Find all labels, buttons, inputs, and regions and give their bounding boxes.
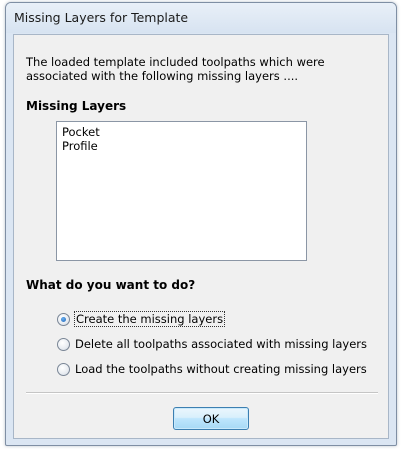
missing-layers-list[interactable]: Pocket Profile bbox=[56, 121, 307, 261]
action-question-heading: What do you want to do? bbox=[26, 278, 196, 292]
radio-button[interactable] bbox=[57, 362, 70, 376]
option-label[interactable]: Delete all toolpaths associated with mis… bbox=[75, 337, 367, 351]
radio-button-selected[interactable] bbox=[57, 312, 70, 326]
title-bar[interactable]: Missing Layers for Template bbox=[6, 3, 396, 33]
option-label[interactable]: Create the missing layers bbox=[73, 311, 226, 327]
separator bbox=[26, 392, 378, 394]
ok-button[interactable]: OK bbox=[173, 407, 249, 430]
list-item[interactable]: Pocket bbox=[62, 125, 301, 139]
ok-button-label: OK bbox=[202, 411, 220, 426]
dialog-body: The loaded template included toolpaths w… bbox=[13, 34, 389, 439]
option-delete-toolpaths[interactable]: Delete all toolpaths associated with mis… bbox=[57, 336, 367, 352]
option-load-without-layers[interactable]: Load the toolpaths without creating miss… bbox=[57, 361, 367, 377]
radio-button[interactable] bbox=[57, 337, 70, 351]
intro-text: The loaded template included toolpaths w… bbox=[26, 55, 325, 83]
dialog-window: Missing Layers for Template The loaded t… bbox=[5, 2, 397, 446]
dialog-title: Missing Layers for Template bbox=[14, 10, 189, 25]
option-create-missing-layers[interactable]: Create the missing layers bbox=[57, 311, 226, 327]
missing-layers-heading: Missing Layers bbox=[26, 99, 127, 113]
option-label[interactable]: Load the toolpaths without creating miss… bbox=[75, 362, 367, 376]
list-item[interactable]: Profile bbox=[62, 139, 301, 153]
